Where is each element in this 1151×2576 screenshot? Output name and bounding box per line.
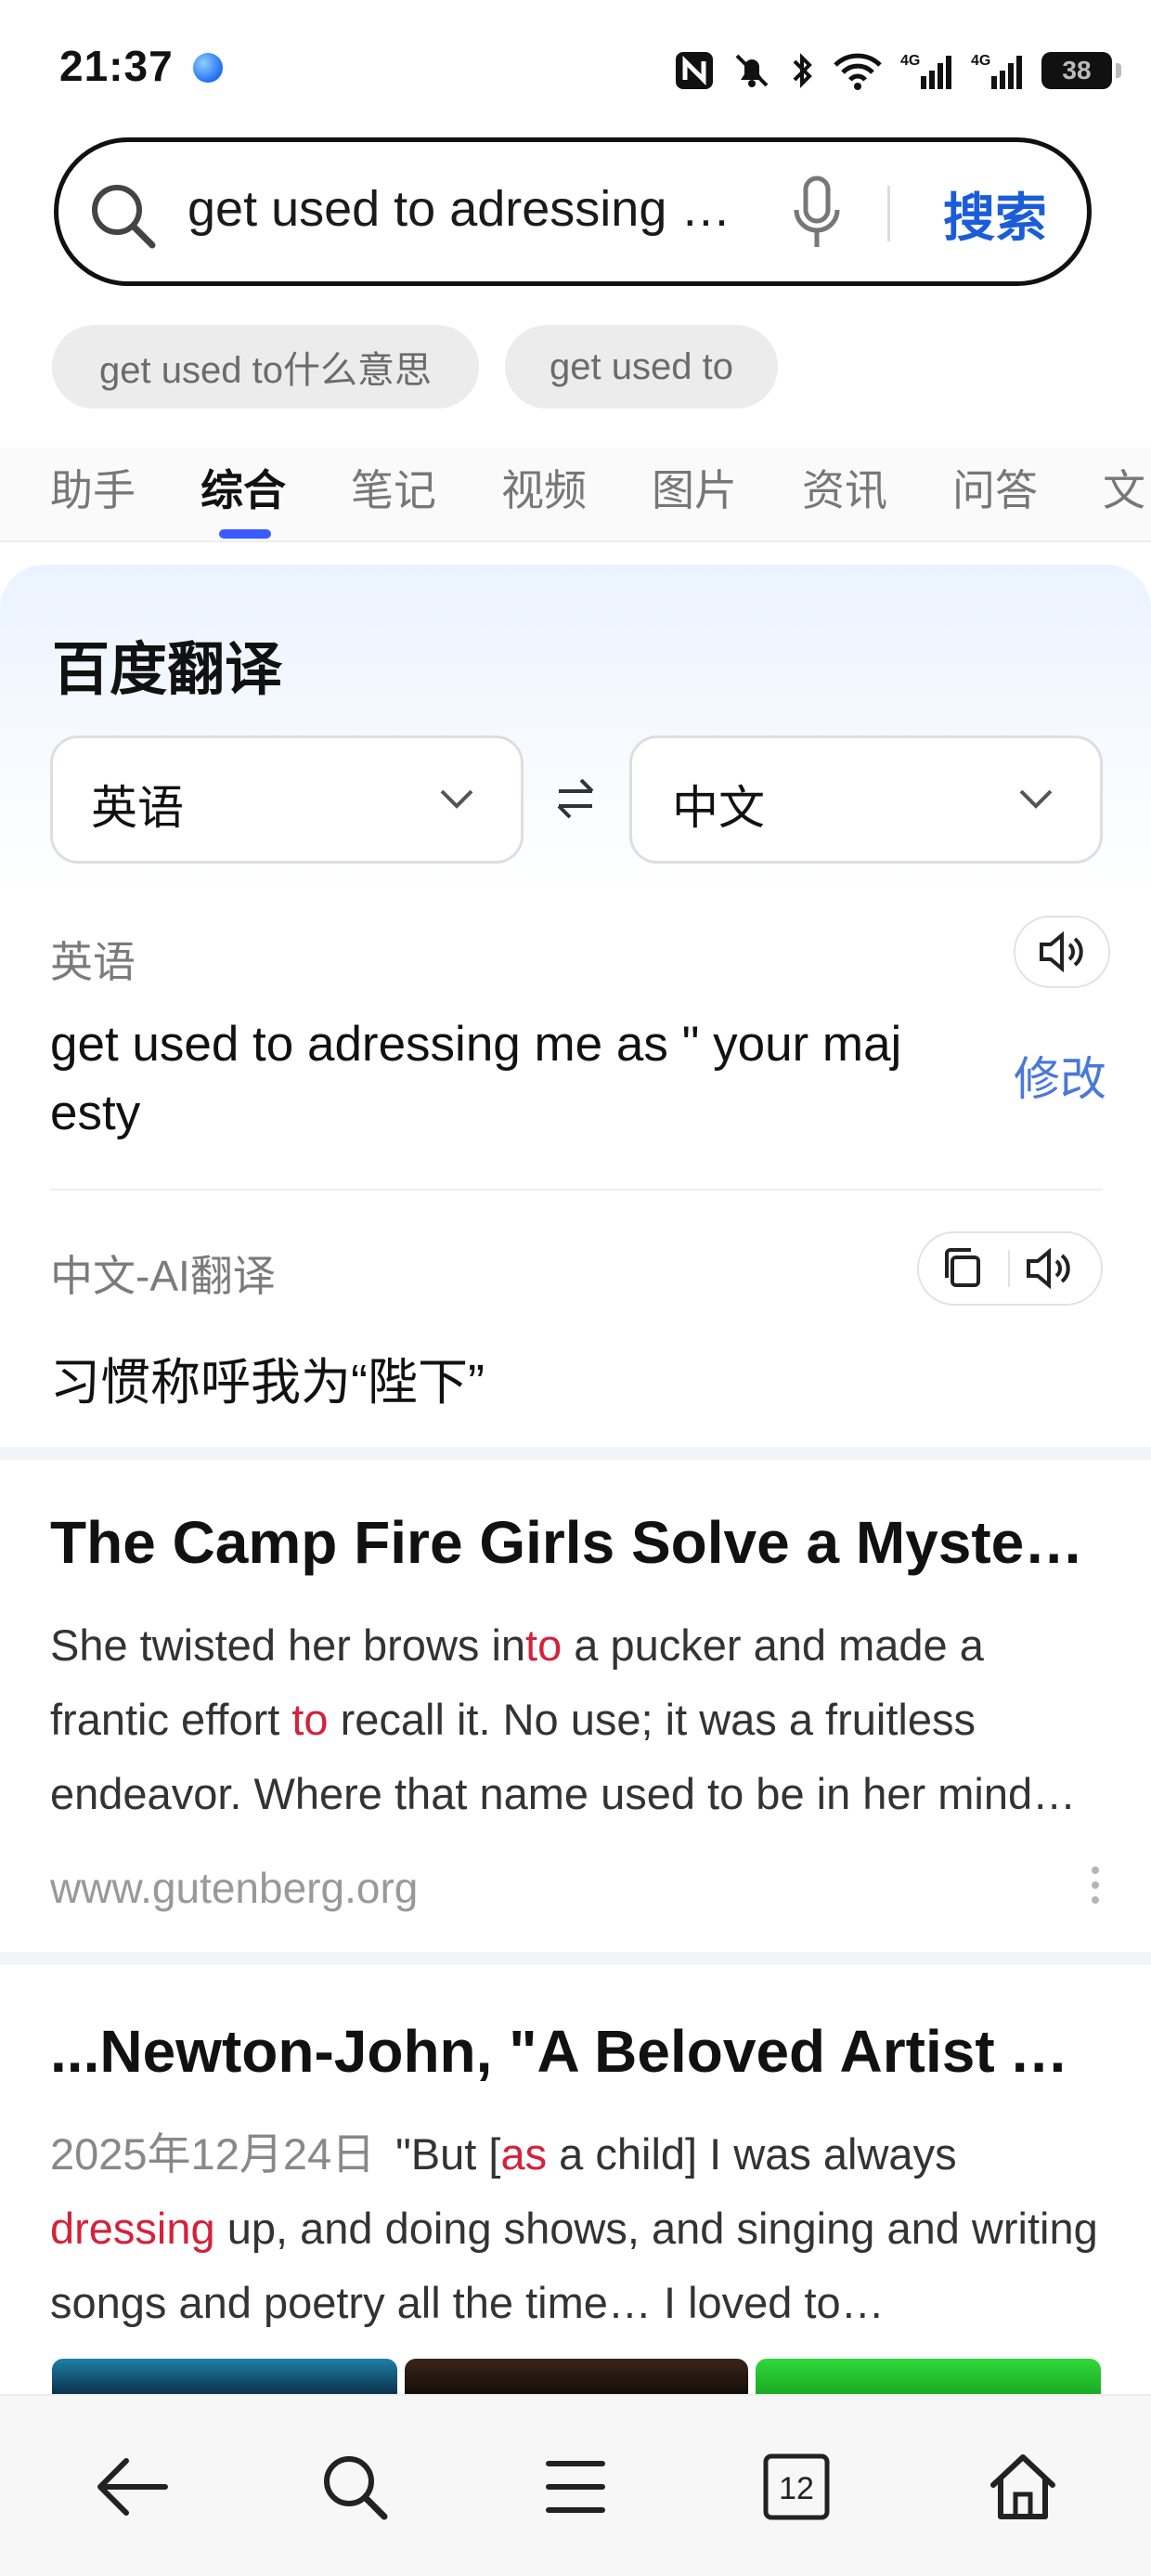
translate-card-title: 百度翻译 bbox=[52, 638, 283, 702]
search-nav-button[interactable] bbox=[308, 2440, 401, 2533]
snippet-highlight: to bbox=[291, 1695, 329, 1744]
search-button[interactable]: 搜索 bbox=[943, 176, 1047, 252]
speaker-icon bbox=[1040, 930, 1083, 973]
tabs-button[interactable]: 12 bbox=[750, 2440, 843, 2533]
menu-button[interactable] bbox=[529, 2440, 622, 2533]
swap-icon[interactable] bbox=[553, 773, 598, 825]
chevron-down-icon bbox=[440, 789, 473, 809]
active-tab-indicator bbox=[219, 529, 271, 539]
svg-text:4G: 4G bbox=[900, 53, 920, 69]
target-language-label: 中文 bbox=[672, 782, 765, 834]
signal-4g-icon: 4G bbox=[900, 53, 951, 89]
translation-label: 中文-AI翻译 bbox=[50, 1252, 276, 1300]
tab-assistant[interactable]: 助手 bbox=[50, 457, 136, 518]
home-icon bbox=[990, 2454, 1055, 2519]
result-title[interactable]: ...Newton-John, "A Beloved Artist And … bbox=[50, 2017, 1103, 2086]
search-divider bbox=[887, 186, 890, 241]
status-time: 21:37 bbox=[59, 42, 174, 90]
more-options-icon[interactable] bbox=[1092, 1867, 1101, 1904]
status-icons: 4G 4G 38 bbox=[674, 45, 1121, 97]
section-gap bbox=[0, 1447, 1151, 1460]
result-image[interactable] bbox=[756, 2359, 1101, 2396]
tab-news[interactable]: 资讯 bbox=[802, 457, 887, 518]
svg-text:4G: 4G bbox=[971, 53, 990, 69]
nfc-icon bbox=[676, 52, 713, 89]
search-icon bbox=[324, 2456, 388, 2520]
chevron-down-icon bbox=[1019, 789, 1053, 809]
source-speaker-button[interactable] bbox=[1014, 916, 1110, 988]
snippet-text: a child] I was always bbox=[547, 2129, 957, 2179]
source-text-label: 英语 bbox=[50, 938, 136, 986]
speaker-icon[interactable] bbox=[1023, 1246, 1075, 1291]
mute-bell-icon bbox=[735, 54, 769, 87]
tab-more[interactable]: 文 bbox=[1103, 457, 1145, 518]
tab-all[interactable]: 综合 bbox=[200, 457, 286, 518]
translation-text: 习惯称呼我为“陛下” bbox=[50, 1355, 485, 1411]
snippet-text: She twisted her brows in bbox=[50, 1620, 526, 1670]
tab-video[interactable]: 视频 bbox=[501, 457, 587, 518]
tab-count: 12 bbox=[779, 2471, 814, 2506]
section-gap bbox=[0, 1952, 1151, 1965]
result-source-url[interactable]: www.gutenberg.org bbox=[50, 1863, 418, 1913]
microphone-icon[interactable] bbox=[791, 175, 843, 253]
result-snippet: She twisted her brows into a pucker and … bbox=[50, 1608, 1103, 1831]
menu-icon bbox=[546, 2461, 605, 2513]
snippet-highlight: as bbox=[500, 2129, 548, 2179]
app-notification-icon bbox=[193, 53, 223, 83]
edit-button[interactable]: 修改 bbox=[1014, 1042, 1106, 1109]
bluetooth-icon bbox=[793, 53, 812, 88]
tabs-icon: 12 bbox=[763, 2453, 830, 2520]
search-icon bbox=[92, 185, 156, 249]
back-button[interactable] bbox=[85, 2440, 178, 2533]
divider bbox=[50, 1189, 1103, 1190]
battery-icon: 38 bbox=[1041, 52, 1121, 89]
snippet-highlight: dressing bbox=[50, 2204, 215, 2253]
copy-icon[interactable] bbox=[939, 1244, 988, 1293]
result-date: 2025年12月24日 bbox=[50, 2129, 376, 2179]
source-text: get used to adressing me as " your majes… bbox=[50, 1017, 902, 1140]
battery-level: 38 bbox=[1062, 56, 1092, 85]
search-input[interactable]: get used to adressing … bbox=[188, 180, 744, 238]
tab-notes[interactable]: 笔记 bbox=[351, 457, 436, 518]
actions-divider bbox=[1008, 1250, 1010, 1287]
result-snippet: 2025年12月24日 "But [as a child] I was alway… bbox=[50, 2117, 1103, 2340]
result-title[interactable]: The Camp Fire Girls Solve a Mystery, b… bbox=[50, 1508, 1103, 1577]
home-button[interactable] bbox=[976, 2440, 1069, 2533]
result-image[interactable] bbox=[52, 2359, 397, 2396]
source-language-label: 英语 bbox=[91, 782, 184, 834]
snippet-highlight: to bbox=[525, 1620, 563, 1670]
suggestion-chip[interactable]: get used to什么意思 bbox=[52, 325, 479, 409]
tab-qa[interactable]: 问答 bbox=[952, 457, 1038, 518]
tab-images[interactable]: 图片 bbox=[652, 457, 737, 518]
signal-4g-icon: 4G bbox=[971, 53, 1022, 89]
back-arrow-icon bbox=[97, 2458, 168, 2516]
suggestion-chip[interactable]: get used to bbox=[505, 325, 778, 409]
result-image[interactable] bbox=[405, 2359, 748, 2396]
wifi-icon bbox=[834, 53, 882, 90]
snippet-text: "But [ bbox=[395, 2129, 501, 2179]
